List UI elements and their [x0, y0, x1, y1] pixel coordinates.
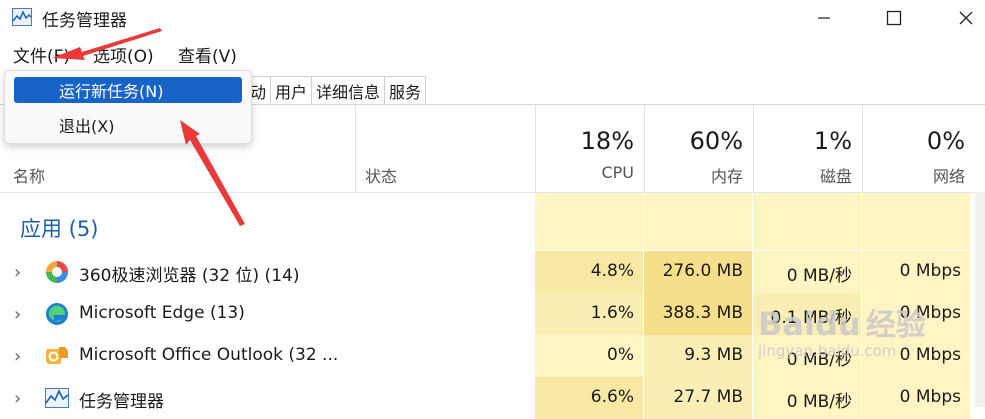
annotation-arrows	[52, 28, 245, 226]
arrow-to-run-new-task	[180, 120, 245, 226]
arrow-to-file-menu	[52, 28, 162, 60]
